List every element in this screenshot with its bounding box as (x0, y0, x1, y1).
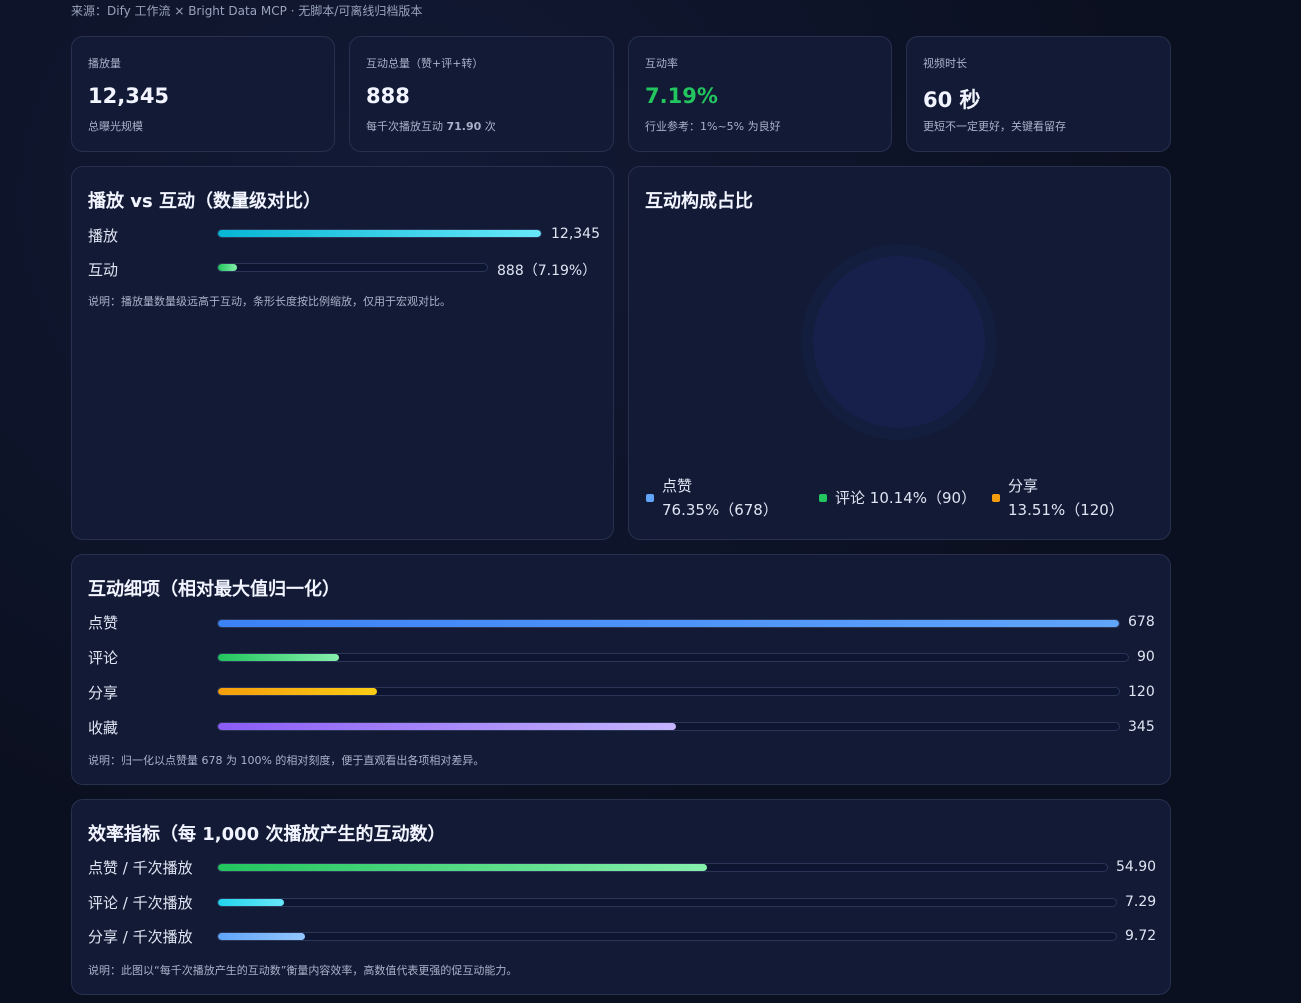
donut-chart (791, 234, 1007, 450)
bar-value: 888（7.19%） (497, 263, 597, 279)
source-caption: 来源：Dify 工作流 × Bright Data MCP · 无脚本/可离线归… (71, 4, 423, 18)
donut-hole (813, 256, 985, 428)
bar-track (217, 722, 1120, 731)
kpi-sub-suffix: 次 (481, 120, 496, 133)
legend-detail: 10.14%（90） (869, 489, 977, 507)
bar-label: 分享 / 千次播放 (88, 928, 193, 946)
bar-label: 点赞 / 千次播放 (88, 859, 193, 877)
bar-value: 54.90 (1116, 859, 1157, 875)
legend-item-comments: 评论 10.14%（90） (835, 486, 976, 510)
bar-label: 评论 / 千次播放 (88, 894, 193, 912)
note: 说明：归一化以点赞量 678 为 100% 的相对刻度，便于直观看出各项相对差异… (88, 754, 485, 767)
legend-detail: 13.51%（120） (1008, 501, 1124, 519)
legend-item-likes: 点赞 76.35%（678） (662, 474, 778, 522)
card-title: 效率指标（每 1,000 次播放产生的互动数） (88, 824, 446, 845)
bar-label: 评论 (88, 649, 119, 667)
bar-track (217, 932, 1117, 941)
bar-track (217, 619, 1120, 628)
kpi-label: 视频时长 (923, 57, 967, 70)
bar-label: 互动 (88, 261, 119, 279)
bar-fill (218, 864, 707, 871)
legend-item-shares: 分享 13.51%（120） (1008, 474, 1124, 522)
bar-label: 播放 (88, 227, 119, 245)
bar-track (217, 863, 1108, 872)
card-title: 互动构成占比 (645, 191, 753, 212)
kpi-sub-strong: 71.90 (446, 120, 482, 133)
bar-fill (218, 620, 1119, 627)
bar-value: 9.72 (1125, 928, 1157, 944)
kpi-card-plays: 播放量 12,345 总曝光规模 (71, 36, 335, 152)
bar-track (217, 229, 542, 238)
bar-track (217, 687, 1120, 696)
legend-name: 评论 (835, 489, 866, 507)
kpi-card-rate: 互动率 7.19% 行业参考：1%~5% 为良好 (628, 36, 892, 152)
kpi-card-interactions: 互动总量（赞+评+转） 888 每千次播放互动 71.90 次 (349, 36, 614, 152)
bar-value: 345 (1128, 719, 1155, 735)
efficiency-card: 效率指标（每 1,000 次播放产生的互动数） 点赞 / 千次播放 54.90 … (71, 799, 1171, 995)
card-title: 互动细项（相对最大值归一化） (88, 579, 340, 600)
bar-value: 12,345 (551, 226, 600, 242)
bar-fill (218, 899, 284, 906)
bar-fill (218, 933, 306, 940)
legend-name: 点赞 (662, 477, 693, 495)
kpi-sub: 总曝光规模 (88, 120, 143, 133)
kpi-value: 888 (366, 84, 410, 108)
kpi-value: 7.19% (645, 84, 718, 108)
kpi-card-duration: 视频时长 60 秒 更短不一定更好，关键看留存 (906, 36, 1171, 152)
interaction-details-card: 互动细项（相对最大值归一化） 点赞 678 评论 90 分享 120 收藏 34… (71, 554, 1171, 785)
play-vs-interaction-card: 播放 vs 互动（数量级对比） 播放 12,345 互动 888（7.19%） … (71, 166, 614, 540)
bar-track (217, 898, 1117, 907)
note: 说明：此图以“每千次播放产生的互动数”衡量内容效率，高数值代表更强的促互动能力。 (88, 964, 518, 977)
legend-swatch-likes (646, 494, 654, 502)
bar-value: 678 (1128, 614, 1155, 630)
bar-fill (218, 230, 541, 237)
kpi-sub: 更短不一定更好，关键看留存 (923, 120, 1066, 133)
bar-label: 收藏 (88, 719, 119, 737)
bar-fill (218, 654, 339, 661)
bar-fill (218, 723, 677, 730)
card-title: 播放 vs 互动（数量级对比） (88, 191, 321, 212)
kpi-sub: 行业参考：1%~5% 为良好 (645, 120, 781, 133)
legend-detail: 76.35%（678） (662, 501, 778, 519)
legend-name: 分享 (1008, 477, 1039, 495)
bar-value: 7.29 (1125, 894, 1157, 910)
legend-swatch-shares (992, 494, 1000, 502)
kpi-value: 60 秒 (923, 88, 981, 112)
bar-label: 点赞 (88, 614, 119, 632)
kpi-sub-prefix: 每千次播放互动 (366, 120, 447, 133)
bar-value: 90 (1137, 649, 1155, 665)
kpi-sub: 每千次播放互动 71.90 次 (366, 118, 496, 134)
bar-fill (218, 264, 238, 271)
bar-label: 分享 (88, 684, 119, 702)
bar-value: 120 (1128, 684, 1155, 700)
kpi-label: 互动总量（赞+评+转） (366, 57, 484, 70)
bar-fill (218, 688, 378, 695)
bar-track (217, 653, 1129, 662)
kpi-label: 播放量 (88, 57, 121, 70)
kpi-value: 12,345 (88, 84, 170, 108)
kpi-label: 互动率 (645, 57, 678, 70)
bar-track (217, 263, 488, 272)
legend-swatch-comments (819, 494, 827, 502)
note: 说明：播放量数量级远高于互动，条形长度按比例缩放，仅用于宏观对比。 (88, 295, 451, 308)
composition-card: 互动构成占比 点赞 76.35%（678） 评论 10.14%（90） 分享 1… (628, 166, 1171, 540)
